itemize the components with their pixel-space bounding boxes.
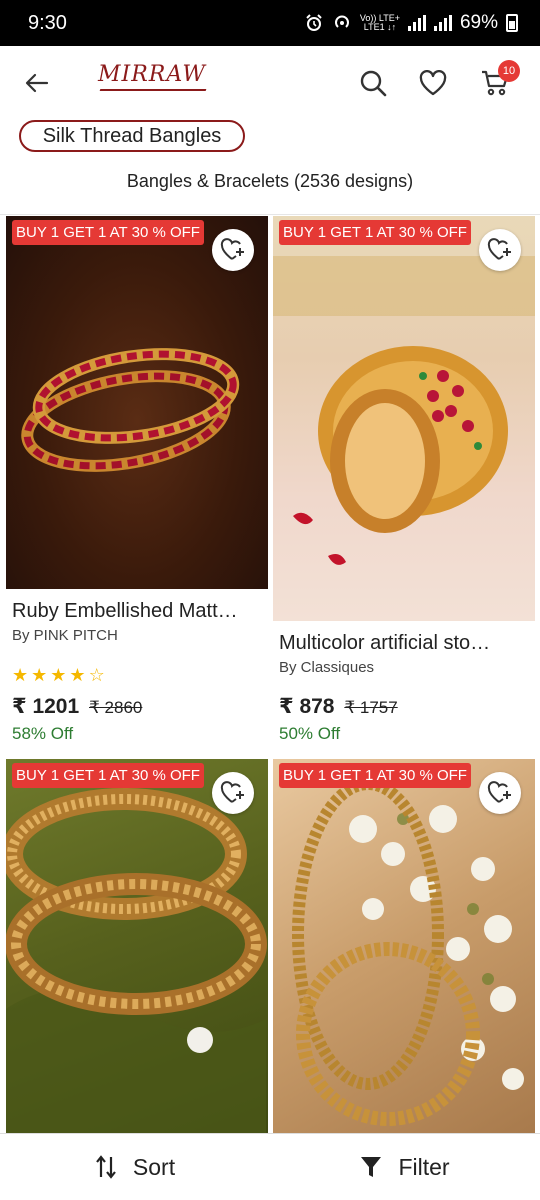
results-title: Bangles & Bracelets (2536 designs): [126, 171, 414, 191]
alarm-icon: [306, 14, 322, 31]
status-time: 9:30: [28, 11, 67, 34]
star-icon: ★: [69, 665, 86, 685]
search-button[interactable]: [356, 66, 390, 100]
heart-plus-icon: [220, 238, 244, 260]
bottom-action-bar: Sort Filter: [0, 1133, 540, 1200]
heart-plus-icon: [487, 781, 511, 803]
status-icons: Vo)) LTE+ LTE1 ↓↑ 69%: [304, 12, 518, 34]
bangle-illustration: [273, 256, 535, 565]
heart-icon: [419, 70, 447, 96]
product-card[interactable]: BUY 1 GET 1 AT 30 % OFF Ruby Embellished…: [6, 216, 268, 746]
back-button[interactable]: [22, 68, 52, 98]
add-to-wishlist-button[interactable]: [212, 772, 254, 814]
product-image[interactable]: BUY 1 GET 1 AT 30 % OFF: [273, 216, 535, 621]
add-to-wishlist-button[interactable]: [212, 229, 254, 271]
product-brand: By PINK PITCH: [12, 627, 118, 644]
star-outline-icon: ☆: [88, 665, 105, 685]
heart-plus-icon: [220, 781, 244, 803]
sort-label: Sort: [132, 1153, 176, 1180]
product-brand: By Classiques: [279, 659, 375, 676]
product-card[interactable]: BUY 1 GET 1 AT 30 % OFF: [6, 759, 268, 1133]
offer-badge: BUY 1 GET 1 AT 30 % OFF: [12, 220, 204, 245]
divider: [0, 214, 540, 215]
product-old-price: ₹ 1757: [344, 698, 398, 717]
product-image[interactable]: BUY 1 GET 1 AT 30 % OFF: [6, 759, 268, 1133]
product-name[interactable]: Multicolor artificial sto…: [279, 632, 529, 655]
offer-badge: BUY 1 GET 1 AT 30 % OFF: [12, 763, 204, 788]
star-icon: ★: [50, 665, 67, 685]
product-price: ₹ 878: [279, 695, 335, 718]
cart-button[interactable]: 10: [478, 60, 520, 100]
wishlist-button[interactable]: [416, 66, 450, 100]
offer-badge: BUY 1 GET 1 AT 30 % OFF: [279, 220, 471, 245]
product-card[interactable]: BUY 1 GET 1 AT 30 % OFF Multicolor artif…: [273, 216, 535, 746]
product-discount: 58% Off: [12, 724, 74, 743]
star-icon: ★: [31, 665, 48, 685]
search-query-chip[interactable]: Silk Thread Bangles: [19, 120, 245, 152]
cart-count-badge: 10: [498, 60, 520, 82]
signal-2-icon: [433, 15, 452, 31]
product-image[interactable]: BUY 1 GET 1 AT 30 % OFF: [273, 759, 535, 1133]
battery-icon: [506, 14, 518, 32]
mirraw-logo[interactable]: MIRRAW: [98, 62, 206, 87]
app-header: MIRRAW 10: [0, 46, 540, 120]
sort-icon: [96, 1155, 116, 1179]
bangle-illustration: [6, 788, 267, 1133]
hotspot-icon: [334, 15, 349, 28]
heart-plus-icon: [487, 238, 511, 260]
product-price-row: ₹ 1201 ₹ 2860: [12, 694, 142, 719]
star-icon: ★: [12, 665, 29, 685]
search-icon: [360, 70, 387, 97]
battery-percent: 69%: [459, 12, 498, 33]
add-to-wishlist-button[interactable]: [479, 772, 521, 814]
offer-badge: BUY 1 GET 1 AT 30 % OFF: [279, 763, 471, 788]
product-old-price: ₹ 2860: [89, 698, 143, 717]
product-discount: 50% Off: [279, 724, 341, 743]
network-label-2: LTE1 ↓↑: [363, 22, 397, 32]
add-to-wishlist-button[interactable]: [479, 229, 521, 271]
sort-button[interactable]: Sort: [0, 1134, 270, 1200]
product-image[interactable]: BUY 1 GET 1 AT 30 % OFF: [6, 216, 268, 589]
status-bar: 9:30 Vo)) LTE+ LTE1 ↓↑ 69%: [0, 0, 540, 46]
product-price: ₹ 1201: [12, 695, 80, 718]
product-price-row: ₹ 878 ₹ 1757: [279, 694, 398, 719]
filter-label: Filter: [398, 1153, 450, 1180]
product-card[interactable]: BUY 1 GET 1 AT 30 % OFF: [273, 759, 535, 1133]
back-arrow-icon: [25, 73, 49, 93]
filter-button[interactable]: Filter: [270, 1134, 540, 1200]
product-name[interactable]: Ruby Embellished Matt…: [12, 600, 262, 623]
bangle-illustration: [21, 348, 240, 472]
rating-stars: ★ ★ ★ ★ ☆: [12, 666, 105, 684]
signal-icon: [407, 15, 426, 31]
filter-icon: [361, 1157, 382, 1177]
bangle-illustration: [292, 778, 524, 1126]
